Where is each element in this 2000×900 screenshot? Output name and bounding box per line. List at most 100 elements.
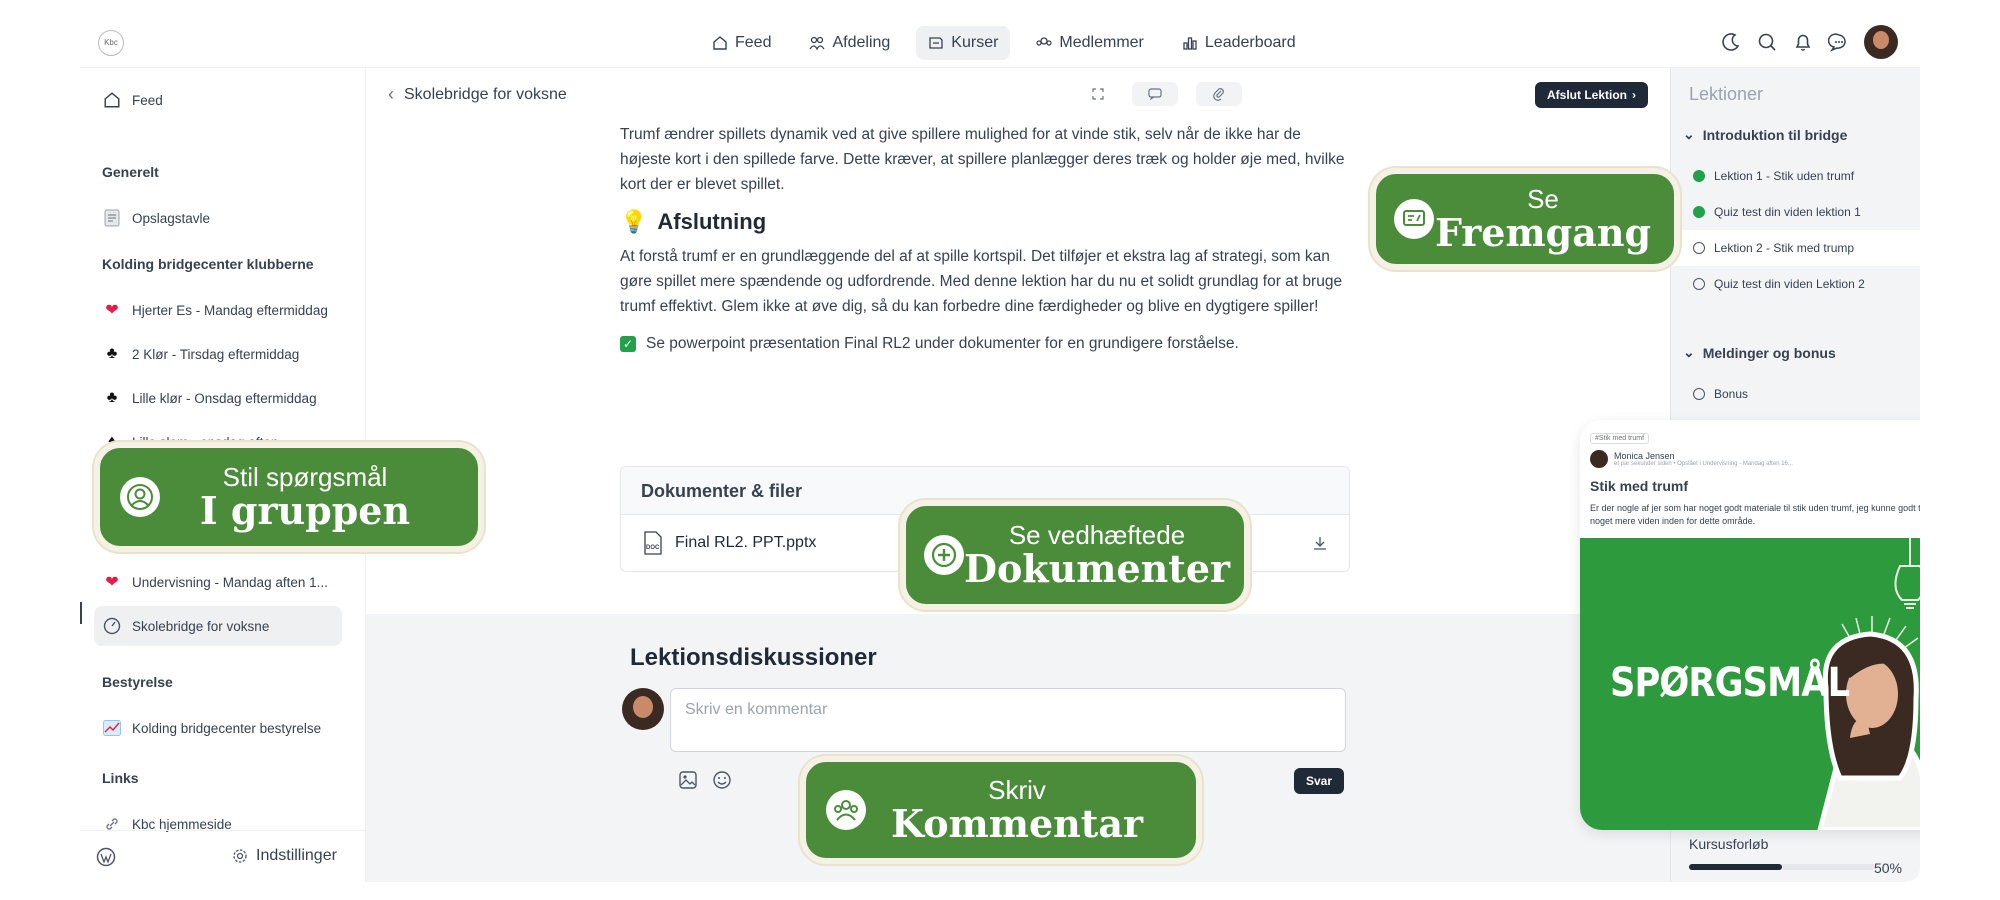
user-circle-icon [120,477,160,517]
lesson-label: Quiz test din viden lektion 1 [1714,205,1861,219]
lesson-section-label: Meldinger og bonus [1702,344,1836,361]
sidebar-item-lille-klor[interactable]: ♣ Lille klør - Onsdag eftermiddag [94,378,317,418]
heart-icon: ❤ [105,302,119,319]
lesson-item[interactable]: Quiz test din viden lektion 1 [1671,194,1920,230]
top-right-icons [1720,25,1898,59]
sidebar-item-bestyrelse[interactable]: Kolding bridgecenter bestyrelse [94,708,321,748]
breadcrumb[interactable]: ‹ Skolebridge for voksne [388,84,567,105]
leaderboard-icon [1183,37,1197,50]
section-heading: 💡 Afslutning [620,209,1350,234]
sidebar-heading-links: Links [102,770,139,786]
nav-medlemmer-label: Medlemmer [1059,34,1144,51]
sidebar-item-opslagstavle[interactable]: Opslagstavle [94,198,210,238]
chevron-down-icon: ⌄ [1683,344,1695,360]
attachments-button[interactable] [1196,82,1242,106]
sidebar-item-feed[interactable]: Feed [94,80,163,120]
nav-afdeling[interactable]: Afdeling [797,26,902,60]
callout-small-text: Se vedhæftede [1008,520,1186,550]
club-icon: ♣ [106,389,118,406]
comment-icon [1148,88,1162,100]
sidebar-item-2-klor[interactable]: ♣ 2 Klør - Tirsdag eftermiddag [94,334,300,374]
sidebar-item-undervisning[interactable]: ❤ Undervisning - Mandag aften 1... [94,562,328,602]
moon-icon[interactable] [1720,31,1742,53]
people-icon [809,36,826,51]
top-navigation: Kbc Feed Afdeling Kurser Medlemmer Leade… [80,18,1920,68]
settings-button[interactable]: Indstillinger [232,847,337,865]
lesson-item[interactable]: Quiz test din viden Lektion 2 [1671,266,1920,302]
chevron-down-icon: ⌄ [1683,126,1695,142]
breadcrumb-label: Skolebridge for voksne [404,85,567,103]
comment-callout: Skriv Kommentar [800,756,1202,864]
fullscreen-icon [1092,88,1104,100]
sidebar-item-label: Undervisning - Mandag aften 1... [132,574,328,590]
incomplete-icon [1693,242,1705,254]
lesson-item[interactable]: Lektion 1 - Stik uden trumf [1671,158,1920,194]
checkbox-checked-icon[interactable]: ✓ [620,335,636,352]
emoji-icon[interactable] [712,770,732,790]
callout-small-text: Se [1527,184,1559,214]
nav-leaderboard[interactable]: Leaderboard [1170,26,1308,60]
incomplete-icon [1693,278,1705,290]
plus-circle-icon [924,535,964,575]
post-author-row: Monica Jensen et par sekunder siden • Op… [1590,450,1920,468]
app-window: Kbc Feed Afdeling Kurser Medlemmer Leade… [80,18,1920,882]
lesson-section-meldinger[interactable]: ⌄ Meldinger og bonus [1683,344,1836,361]
user-avatar[interactable] [1864,25,1898,59]
checklist-item[interactable]: ✓ Se powerpoint præsentation Final RL2 u… [620,331,1350,356]
group-icon [826,790,866,830]
post-author-avatar [1590,450,1608,468]
course-progress-percent: 50% [1873,860,1902,876]
completed-icon [1693,170,1705,182]
post-card-header: #Stik med trumf ⌑ ⋮ Monica Jensen et par… [1580,420,1920,538]
checklist-text: Se powerpoint præsentation Final RL2 und… [646,335,1239,352]
commenter-avatar [622,688,664,730]
comment-input[interactable]: Skriv en kommentar [670,688,1346,752]
wordpress-icon[interactable] [96,847,116,867]
site-logo[interactable]: Kbc [98,30,124,56]
sidebar-item-hjerter-es[interactable]: ❤ Hjerter Es - Mandag eftermiddag [94,290,328,330]
callout-big-text: I gruppen [199,488,411,533]
course-progress-bar [1689,864,1875,870]
chat-icon[interactable] [1828,31,1850,53]
sidebar-item-label: 2 Klør - Tirsdag eftermiddag [132,346,300,362]
doc-icon-label: DOC [646,545,660,551]
bell-icon[interactable] [1792,31,1814,53]
nav-medlemmer[interactable]: Medlemmer [1024,26,1155,60]
finish-lesson-button[interactable]: Afslut Lektion › [1535,82,1648,108]
post-author-name: Monica Jensen [1614,451,1675,461]
fullscreen-button[interactable] [1086,82,1110,106]
incomplete-icon [1693,388,1705,400]
document-name: Final RL2. PPT.pptx [675,534,817,551]
lesson-section-intro[interactable]: ⌄ Introduktion til bridge [1683,126,1847,143]
post-title: Stik med trumf [1590,478,1689,494]
callout-big-text: Kommentar [891,801,1143,846]
documents-callout: Se vedhæftede Dokumenter [900,500,1250,610]
download-icon[interactable] [1313,536,1327,550]
lesson-paragraph: At forstå trumf er en grundlæggende del … [620,248,1343,315]
sidebar-item-skolebridge[interactable]: Skolebridge for voksne [94,606,342,646]
sidebar-heading-klubber: Kolding bridgecenter klubberne [102,256,314,272]
lesson-item-current[interactable]: Lektion 2 - Stik med trump [1671,230,1920,266]
nav-kurser[interactable]: Kurser [916,26,1011,60]
search-icon[interactable] [1756,31,1778,53]
presentation-icon [1394,199,1434,239]
post-card[interactable]: #Stik med trumf ⌑ ⋮ Monica Jensen et par… [1580,420,1920,830]
comments-button[interactable] [1132,82,1178,106]
image-icon[interactable] [678,770,698,790]
callout-small-text: Skriv [988,775,1046,805]
chart-emoji-icon [102,718,122,738]
chevron-right-icon: › [1632,88,1636,102]
sidebar-item-label: Kolding bridgecenter bestyrelse [132,720,322,736]
nav-feed[interactable]: Feed [700,26,783,60]
lesson-label: Lektion 1 - Stik uden trumf [1714,169,1855,183]
callout-big-text: Fremgang [1434,210,1652,255]
lesson-paragraph: Trumf ændrer spillets dynamik ved at giv… [620,126,1345,193]
lesson-item[interactable]: Bonus [1671,376,1920,412]
doc-file-icon: DOC [644,531,662,555]
lightbulb-icon: 💡 [620,209,648,234]
course-progress-label: Kursusforløb [1689,836,1769,852]
gear-icon [233,849,247,863]
nav-kurser-label: Kurser [951,34,999,51]
section-heading-text: Afslutning [657,209,767,234]
reply-button[interactable]: Svar [1294,768,1345,794]
